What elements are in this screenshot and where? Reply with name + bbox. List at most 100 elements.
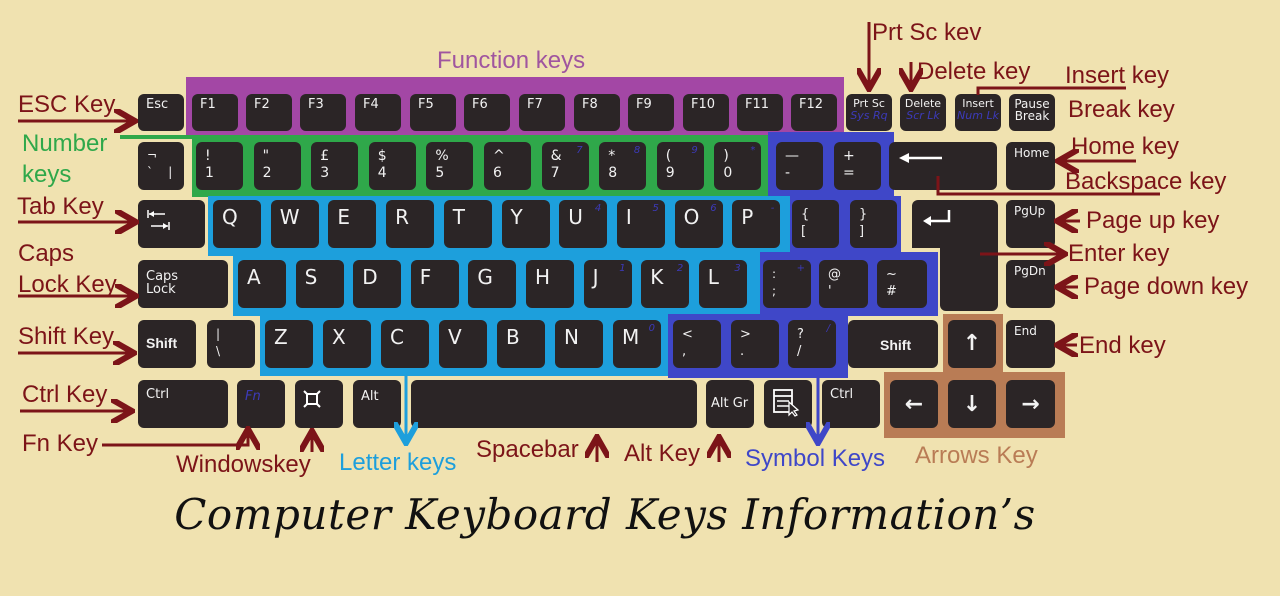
menu-key[interactable] <box>764 380 812 428</box>
letter-key-p[interactable]: P- <box>732 200 781 248</box>
fn-key[interactable]: Fn <box>237 380 285 428</box>
insert-key[interactable]: Insert Num Lk <box>955 94 1001 131</box>
prtsc-key[interactable]: Prt Sc Sys Rq <box>846 94 892 131</box>
letter-key-f[interactable]: F <box>410 260 459 308</box>
f3-key[interactable]: F3 <box>300 94 346 131</box>
letter-key-m[interactable]: M0 <box>613 320 661 368</box>
number-key-2[interactable]: " 2 <box>253 142 301 190</box>
letter-key-l[interactable]: L3 <box>698 260 747 308</box>
letter-key-e[interactable]: E <box>328 200 377 248</box>
letter-key-t[interactable]: T <box>443 200 492 248</box>
spacebar-key[interactable] <box>411 380 697 428</box>
arrow-up-key[interactable]: ↑ <box>948 320 996 368</box>
close-bracket-key[interactable]: } ] <box>850 200 897 248</box>
pause-break-key[interactable]: Pause Break <box>1009 94 1055 131</box>
minus-key[interactable]: — - <box>776 142 823 190</box>
letter-key-i-alt: 5 <box>652 203 659 214</box>
f2-key[interactable]: F2 <box>246 94 292 131</box>
letter-key-r-label: R <box>395 205 409 229</box>
number-key-0-label: ) 0 <box>723 148 732 182</box>
number-key-0[interactable]: ) 0 * <box>714 142 762 190</box>
number-key-6[interactable]: ^ 6 <box>484 142 531 190</box>
left-shift-key[interactable]: Shift <box>138 320 196 368</box>
arrow-down-key[interactable]: ↓ <box>948 380 996 428</box>
home-callout: Home key <box>1071 133 1180 160</box>
number-key-7-label: & 7 <box>551 148 562 182</box>
letter-key-m-label: M <box>622 325 640 349</box>
letter-key-b[interactable]: B <box>497 320 545 368</box>
left-ctrl-key[interactable]: Ctrl <box>138 380 228 428</box>
windows-key[interactable] <box>295 380 343 428</box>
backspace-key[interactable] <box>889 142 997 190</box>
open-bracket-key[interactable]: { [ <box>792 200 839 248</box>
f7-key[interactable]: F7 <box>519 94 565 131</box>
number-key-9[interactable]: ( 99 <box>656 142 704 190</box>
letter-key-q[interactable]: Q <box>213 200 261 248</box>
f1-key-label: F1 <box>200 97 216 112</box>
hash-key[interactable]: ~ # <box>877 260 927 308</box>
letter-key-y[interactable]: Y <box>501 200 550 248</box>
number-key-7[interactable]: & 77 <box>541 142 589 190</box>
f12-key[interactable]: F12 <box>791 94 837 131</box>
letter-key-d[interactable]: D <box>353 260 402 308</box>
comma-key[interactable]: < , <box>673 320 721 368</box>
pgdn-key[interactable]: PgDn <box>1006 260 1055 308</box>
semicolon-key[interactable]: : ; + <box>763 260 811 308</box>
letter-key-v[interactable]: V <box>439 320 487 368</box>
equals-top: + <box>843 148 855 164</box>
number-key-3[interactable]: £ 3 <box>311 142 359 190</box>
letter-key-g[interactable]: G <box>468 260 517 308</box>
home-key[interactable]: Home <box>1006 142 1055 190</box>
hash-label: ~ # <box>886 266 897 300</box>
altgr-key[interactable]: Alt Gr <box>706 380 754 428</box>
arrow-right-key[interactable]: → <box>1006 380 1055 428</box>
esc-key[interactable]: Esc <box>138 94 184 131</box>
enter-key-lower[interactable] <box>940 240 998 311</box>
left-alt-key[interactable]: Alt <box>353 380 401 428</box>
arrow-left-key[interactable]: ← <box>890 380 938 428</box>
end-key[interactable]: End <box>1006 320 1055 368</box>
letter-key-h[interactable]: H <box>526 260 574 308</box>
letter-key-o[interactable]: O6 <box>674 200 723 248</box>
pause-break-label: Pause Break <box>1014 97 1050 123</box>
pageup-callout: Page up key <box>1086 207 1220 234</box>
tab-key[interactable] <box>138 200 205 248</box>
backtick-key[interactable]: ¬ ` | <box>138 142 184 190</box>
letter-key-u[interactable]: U4 <box>559 200 608 248</box>
letter-key-r[interactable]: R <box>386 200 435 248</box>
letter-key-n[interactable]: N <box>555 320 603 368</box>
f5-key-label: F5 <box>418 97 434 112</box>
letter-key-j[interactable]: J1 <box>583 260 632 308</box>
letter-key-c[interactable]: C <box>381 320 429 368</box>
delete-key[interactable]: Delete Scr Lk <box>900 94 946 131</box>
letter-key-s[interactable]: S <box>295 260 344 308</box>
f5-key[interactable]: F5 <box>410 94 456 131</box>
open-bracket-label: { [ <box>801 206 809 240</box>
number-key-5[interactable]: % 5 <box>426 142 474 190</box>
backslash-key[interactable]: | \ <box>207 320 255 368</box>
number-key-1[interactable]: ! 1 <box>196 142 243 190</box>
f4-key[interactable]: F4 <box>355 94 401 131</box>
letter-key-w[interactable]: W <box>270 200 319 248</box>
f8-key[interactable]: F8 <box>574 94 620 131</box>
caps-lock-key[interactable]: Caps Lock <box>138 260 228 308</box>
pgup-key[interactable]: PgUp <box>1006 200 1055 248</box>
f11-key[interactable]: F11 <box>737 94 783 131</box>
right-shift-key[interactable]: Shift <box>848 320 938 368</box>
right-ctrl-key[interactable]: Ctrl <box>822 380 880 428</box>
f6-key[interactable]: F6 <box>464 94 510 131</box>
f9-key[interactable]: F9 <box>628 94 674 131</box>
slash-key[interactable]: ? / / <box>788 320 836 368</box>
number-key-8[interactable]: * 88 <box>599 142 647 190</box>
number-key-4[interactable]: $ 4 <box>368 142 416 190</box>
period-key[interactable]: > . <box>731 320 779 368</box>
letter-key-z[interactable]: Z <box>265 320 313 368</box>
letter-key-a[interactable]: A <box>238 260 286 308</box>
letter-key-k[interactable]: K2 <box>641 260 690 308</box>
f10-key[interactable]: F10 <box>683 94 729 131</box>
quote-key[interactable]: @ ' <box>819 260 868 308</box>
equals-key[interactable]: + = <box>834 142 881 190</box>
letter-key-i[interactable]: I5 <box>616 200 665 248</box>
letter-key-x[interactable]: X <box>323 320 371 368</box>
f1-key[interactable]: F1 <box>192 94 238 131</box>
